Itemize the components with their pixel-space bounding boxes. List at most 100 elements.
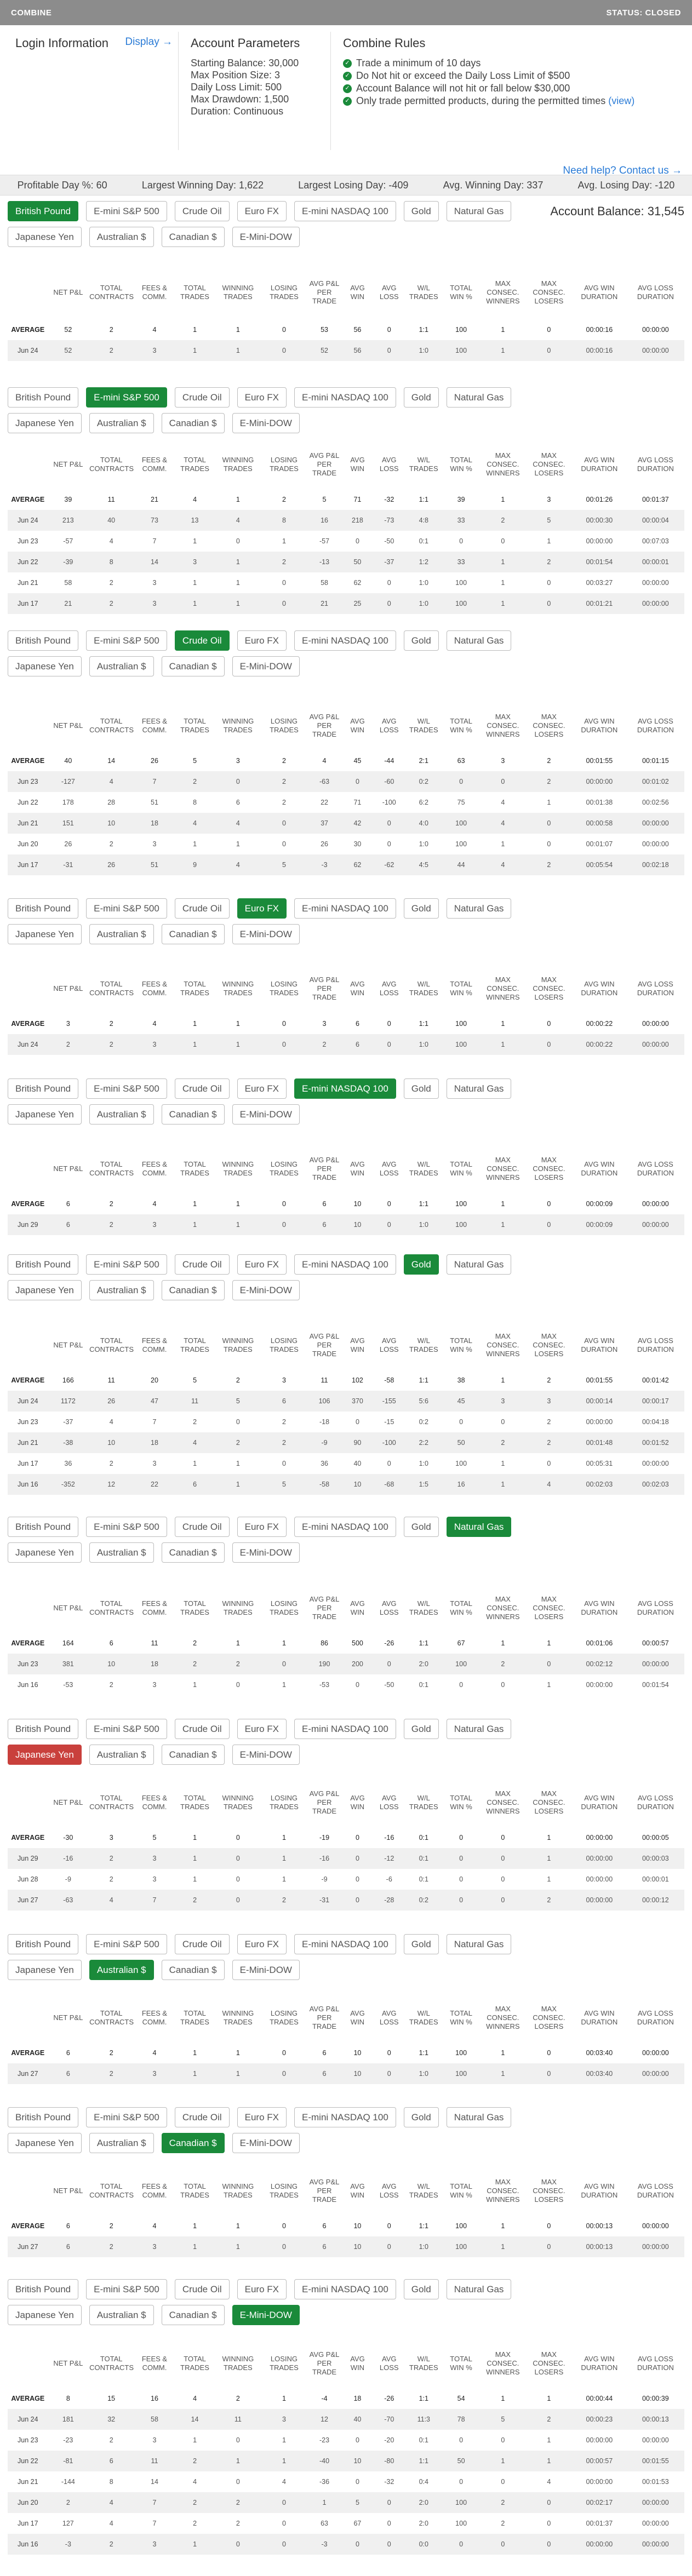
product-button[interactable]: Crude Oil — [174, 387, 230, 408]
product-button[interactable]: British Pound — [8, 1934, 79, 1954]
product-button[interactable]: E-Mini-DOW — [232, 1280, 300, 1300]
product-button[interactable]: Gold — [403, 1934, 439, 1954]
product-button[interactable]: Gold — [403, 1517, 439, 1537]
product-button[interactable]: Australian $ — [89, 1280, 154, 1300]
product-button[interactable]: E-mini S&P 500 — [86, 2279, 167, 2299]
product-button[interactable]: E-mini NASDAQ 100 — [294, 1078, 396, 1099]
product-button[interactable]: British Pound — [8, 201, 79, 221]
product-button[interactable]: Canadian $ — [161, 227, 225, 247]
product-button[interactable]: Natural Gas — [446, 1934, 512, 1954]
product-button[interactable]: Canadian $ — [161, 2133, 225, 2153]
product-button[interactable]: Euro FX — [237, 1078, 287, 1099]
product-button[interactable]: Australian $ — [89, 924, 154, 944]
product-button[interactable]: Japanese Yen — [8, 2305, 82, 2325]
product-button[interactable]: Australian $ — [89, 1745, 154, 1765]
product-button[interactable]: British Pound — [8, 1254, 79, 1275]
product-button[interactable]: Crude Oil — [174, 201, 230, 221]
display-link[interactable]: Display → — [125, 36, 173, 48]
product-button[interactable]: Euro FX — [237, 387, 287, 408]
product-button[interactable]: E-Mini-DOW — [232, 1104, 300, 1125]
product-button[interactable]: British Pound — [8, 2279, 79, 2299]
product-button[interactable]: British Pound — [8, 630, 79, 651]
product-button[interactable]: E-mini NASDAQ 100 — [294, 1934, 396, 1954]
product-button[interactable]: Euro FX — [237, 201, 287, 221]
product-button[interactable]: Euro FX — [237, 2107, 287, 2127]
product-button[interactable]: E-mini NASDAQ 100 — [294, 201, 396, 221]
product-button[interactable]: British Pound — [8, 1517, 79, 1537]
product-button[interactable]: Crude Oil — [174, 1078, 230, 1099]
product-button[interactable]: Canadian $ — [161, 1104, 225, 1125]
product-button[interactable]: Crude Oil — [174, 898, 230, 919]
product-button[interactable]: Gold — [403, 2279, 439, 2299]
product-button[interactable]: E-Mini-DOW — [232, 924, 300, 944]
product-button[interactable]: E-mini S&P 500 — [86, 1078, 167, 1099]
product-button[interactable]: E-mini NASDAQ 100 — [294, 898, 396, 919]
product-button[interactable]: British Pound — [8, 1719, 79, 1739]
product-button[interactable]: E-Mini-DOW — [232, 227, 300, 247]
product-button[interactable]: Japanese Yen — [8, 1542, 82, 1563]
product-button[interactable]: Australian $ — [89, 2305, 154, 2325]
product-button[interactable]: British Pound — [8, 387, 79, 408]
product-button[interactable]: Crude Oil — [174, 630, 230, 651]
product-button[interactable]: Natural Gas — [446, 630, 512, 651]
product-button[interactable]: E-mini NASDAQ 100 — [294, 1517, 396, 1537]
product-button[interactable]: Canadian $ — [161, 413, 225, 433]
product-button[interactable]: E-mini NASDAQ 100 — [294, 630, 396, 651]
product-button[interactable]: Gold — [403, 898, 439, 919]
product-button[interactable]: Australian $ — [89, 1542, 154, 1563]
product-button[interactable]: E-mini NASDAQ 100 — [294, 387, 396, 408]
product-button[interactable]: Australian $ — [89, 1960, 154, 1980]
product-button[interactable]: Japanese Yen — [8, 924, 82, 944]
product-button[interactable]: British Pound — [8, 2107, 79, 2127]
product-button[interactable]: Natural Gas — [446, 2279, 512, 2299]
product-button[interactable]: Crude Oil — [174, 1517, 230, 1537]
product-button[interactable]: Australian $ — [89, 656, 154, 676]
product-button[interactable]: Japanese Yen — [8, 2133, 82, 2153]
product-button[interactable]: Canadian $ — [161, 1745, 225, 1765]
product-button[interactable]: E-Mini-DOW — [232, 1960, 300, 1980]
product-button[interactable]: E-mini S&P 500 — [86, 2107, 167, 2127]
product-button[interactable]: E-mini S&P 500 — [86, 1254, 167, 1275]
product-button[interactable]: E-mini S&P 500 — [86, 898, 167, 919]
product-button[interactable]: E-mini S&P 500 — [86, 1517, 167, 1537]
product-button[interactable]: Euro FX — [237, 1719, 287, 1739]
product-button[interactable]: Euro FX — [237, 1254, 287, 1275]
product-button[interactable]: E-Mini-DOW — [232, 1542, 300, 1563]
product-button[interactable]: Canadian $ — [161, 924, 225, 944]
product-button[interactable]: Canadian $ — [161, 656, 225, 676]
product-button[interactable]: Canadian $ — [161, 1960, 225, 1980]
product-button[interactable]: E-Mini-DOW — [232, 2305, 300, 2325]
product-button[interactable]: E-mini NASDAQ 100 — [294, 2279, 396, 2299]
product-button[interactable]: E-mini NASDAQ 100 — [294, 2107, 396, 2127]
product-button[interactable]: Natural Gas — [446, 1517, 512, 1537]
product-button[interactable]: Natural Gas — [446, 2107, 512, 2127]
product-button[interactable]: Crude Oil — [174, 2107, 230, 2127]
product-button[interactable]: E-mini NASDAQ 100 — [294, 1254, 396, 1275]
product-button[interactable]: E-mini S&P 500 — [86, 387, 167, 408]
product-button[interactable]: Canadian $ — [161, 1280, 225, 1300]
product-button[interactable]: E-mini S&P 500 — [86, 1719, 167, 1739]
product-button[interactable]: Gold — [403, 1719, 439, 1739]
product-button[interactable]: E-Mini-DOW — [232, 656, 300, 676]
product-button[interactable]: E-Mini-DOW — [232, 2133, 300, 2153]
product-button[interactable]: Euro FX — [237, 1934, 287, 1954]
product-button[interactable]: E-mini S&P 500 — [86, 201, 167, 221]
product-button[interactable]: Japanese Yen — [8, 1280, 82, 1300]
product-button[interactable]: Australian $ — [89, 1104, 154, 1125]
product-button[interactable]: British Pound — [8, 898, 79, 919]
product-button[interactable]: Gold — [403, 387, 439, 408]
product-button[interactable]: Natural Gas — [446, 1254, 512, 1275]
help-contact-link[interactable]: Need help? Contact us → — [563, 165, 682, 177]
product-button[interactable]: Natural Gas — [446, 201, 512, 221]
product-button[interactable]: Natural Gas — [446, 387, 512, 408]
product-button[interactable]: British Pound — [8, 1078, 79, 1099]
product-button[interactable]: Japanese Yen — [8, 1960, 82, 1980]
product-button[interactable]: Euro FX — [237, 2279, 287, 2299]
product-button[interactable]: Natural Gas — [446, 1719, 512, 1739]
product-button[interactable]: Gold — [403, 630, 439, 651]
product-button[interactable]: Japanese Yen — [8, 1745, 82, 1765]
product-button[interactable]: Gold — [403, 1254, 439, 1275]
product-button[interactable]: Crude Oil — [174, 1934, 230, 1954]
product-button[interactable]: Gold — [403, 201, 439, 221]
product-button[interactable]: Japanese Yen — [8, 227, 82, 247]
